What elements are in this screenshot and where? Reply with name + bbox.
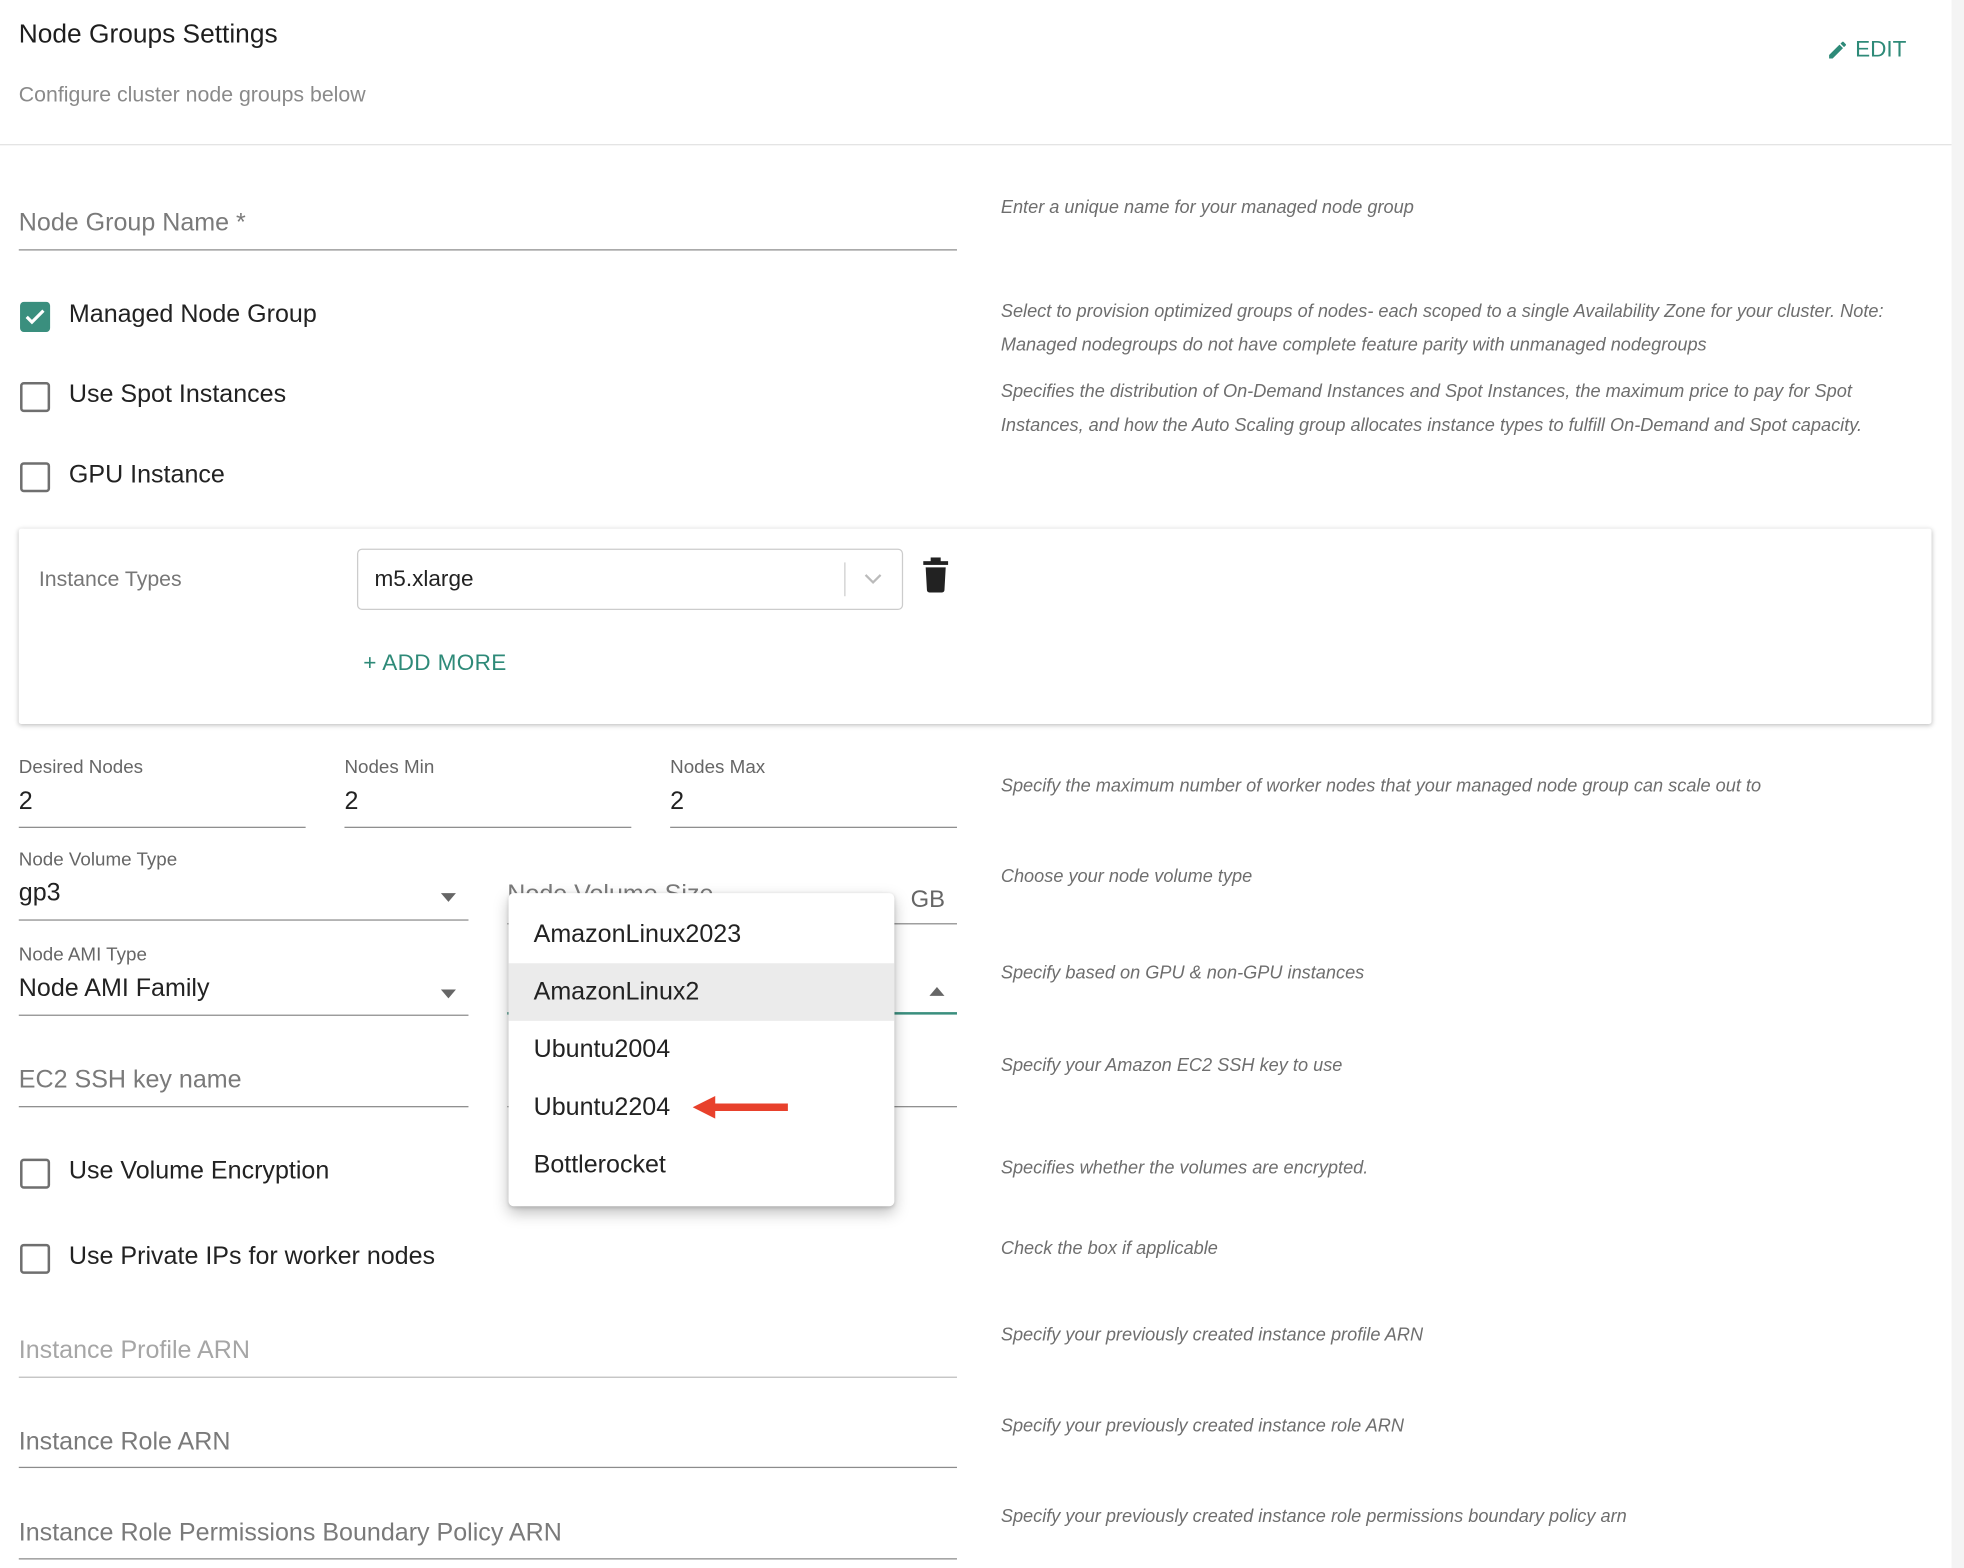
instance-profile-arn-underline: [18, 1376, 957, 1378]
permissions-boundary-underline: [18, 1558, 957, 1560]
use-volume-encryption-checkbox[interactable]: [20, 1158, 51, 1189]
permissions-boundary-help: Specify your previously created instance…: [1000, 1506, 1627, 1527]
node-ami-type-underline: [18, 1014, 469, 1016]
nodes-max-underline: [670, 826, 957, 828]
use-spot-instances-label: Use Spot Instances: [68, 380, 287, 409]
node-group-name-underline: [18, 249, 957, 251]
desired-nodes-input[interactable]: 2: [19, 788, 33, 817]
instance-role-arn-input[interactable]: Instance Role ARN: [19, 1428, 231, 1457]
node-group-name-input[interactable]: Node Group Name *: [19, 209, 246, 238]
edit-label: EDIT: [1855, 36, 1907, 62]
instance-profile-arn-input[interactable]: Instance Profile ARN: [19, 1337, 250, 1366]
node-volume-type-underline: [18, 919, 469, 921]
ami-family-dropdown-menu: AmazonLinux2023 AmazonLinux2 Ubuntu2004 …: [508, 893, 895, 1207]
instance-profile-arn-help: Specify your previously created instance…: [1000, 1325, 1424, 1346]
instance-types-label: Instance Types: [38, 567, 182, 592]
menu-item-amazonlinux2023[interactable]: AmazonLinux2023: [509, 906, 895, 964]
nodes-max-label: Nodes Max: [670, 756, 766, 778]
gpu-instance-label: GPU Instance: [68, 460, 225, 489]
red-arrow-annotation-icon: [692, 1096, 788, 1119]
node-volume-size-unit: GB: [910, 886, 946, 914]
menu-item-bottlerocket[interactable]: Bottlerocket: [509, 1136, 895, 1194]
pencil-icon: [1829, 41, 1846, 58]
instance-type-select[interactable]: m5.xlarge: [356, 548, 904, 611]
select-separator: [844, 562, 846, 597]
use-private-ips-checkbox[interactable]: [20, 1243, 51, 1274]
menu-item-amazonlinux2[interactable]: AmazonLinux2: [508, 963, 895, 1021]
page-subtitle: Configure cluster node groups below: [18, 82, 366, 107]
instance-role-arn-underline: [18, 1466, 957, 1469]
private-ips-help: Check the box if applicable: [1000, 1238, 1218, 1259]
node-volume-type-label: Node Volume Type: [18, 849, 178, 871]
dropdown-arrow-icon: [440, 989, 456, 999]
menu-item-ubuntu2004[interactable]: Ubuntu2004: [509, 1021, 895, 1079]
managed-node-group-help: Select to provision optimized groups of …: [1000, 301, 1884, 356]
permissions-boundary-input[interactable]: Instance Role Permissions Boundary Polic…: [19, 1519, 562, 1548]
gpu-instance-checkbox[interactable]: [20, 462, 51, 493]
use-volume-encryption-label: Use Volume Encryption: [68, 1157, 330, 1185]
ec2-ssh-key-underline: [18, 1106, 469, 1108]
nodes-min-underline: [344, 826, 632, 828]
desired-nodes-underline: [18, 826, 306, 828]
chevron-down-icon: [864, 574, 882, 585]
add-more-button[interactable]: + ADD MORE: [363, 650, 506, 676]
node-groups-settings-card: Node Groups Settings Configure cluster n…: [0, 0, 1952, 1568]
edit-button[interactable]: EDIT: [1826, 36, 1906, 62]
managed-node-group-checkbox[interactable]: [20, 301, 51, 332]
instance-types-panel: [18, 528, 1932, 725]
ec2-ssh-key-input[interactable]: EC2 SSH key name: [19, 1066, 242, 1095]
use-spot-instances-checkbox[interactable]: [20, 382, 51, 413]
use-private-ips-label: Use Private IPs for worker nodes: [68, 1242, 436, 1271]
use-spot-instances-help: Specifies the distribution of On-Demand …: [1000, 382, 1863, 436]
node-volume-type-select[interactable]: gp3: [19, 879, 61, 908]
node-volume-type-help: Choose your node volume type: [1000, 866, 1253, 887]
node-ami-type-select[interactable]: Node AMI Family: [19, 975, 210, 1004]
trash-icon[interactable]: [923, 557, 949, 593]
nodes-max-help: Specify the maximum number of worker nod…: [1000, 776, 1762, 797]
desired-nodes-label: Desired Nodes: [18, 756, 144, 778]
page-title: Node Groups Settings: [18, 20, 278, 49]
dropdown-open-arrow-icon[interactable]: [929, 987, 945, 996]
nodes-max-input[interactable]: 2: [670, 788, 684, 817]
ec2-ssh-key-help: Specify your Amazon EC2 SSH key to use: [1000, 1055, 1343, 1076]
nodes-min-input[interactable]: 2: [344, 788, 358, 817]
node-ami-type-help: Specify based on GPU & non-GPU instances: [1000, 963, 1365, 984]
managed-node-group-label: Managed Node Group: [68, 300, 317, 329]
header-divider: [0, 144, 1952, 146]
dropdown-arrow-icon: [440, 893, 456, 902]
nodes-min-label: Nodes Min: [344, 756, 435, 778]
instance-role-arn-help: Specify your previously created instance…: [1000, 1416, 1404, 1437]
instance-type-value: m5.xlarge: [374, 566, 474, 592]
volume-encryption-help: Specifies whether the volumes are encryp…: [1000, 1158, 1369, 1179]
node-group-name-help: Enter a unique name for your managed nod…: [1000, 197, 1414, 218]
node-ami-type-label: Node AMI Type: [18, 944, 147, 966]
checkmark-icon: [25, 309, 45, 325]
